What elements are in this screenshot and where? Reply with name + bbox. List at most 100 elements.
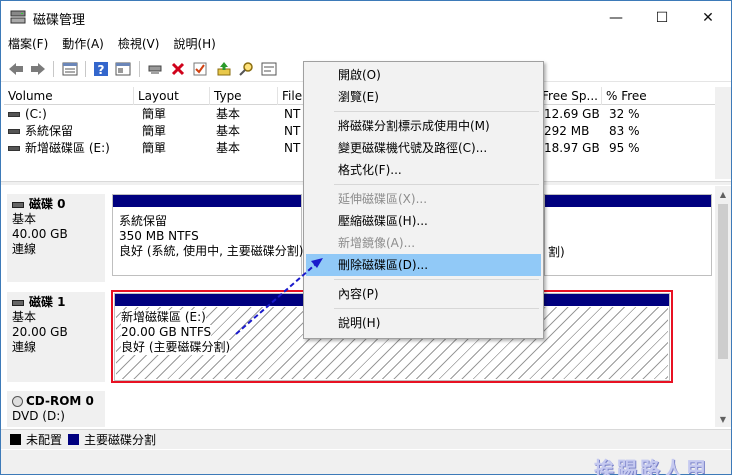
scroll-down-icon[interactable]: ▼ bbox=[715, 411, 731, 427]
import-icon[interactable] bbox=[215, 60, 233, 78]
volume-fs: NT bbox=[284, 107, 301, 121]
menu-bar: 檔案(F) 動作(A) 檢視(V) 說明(H) bbox=[1, 34, 731, 54]
disk-status: 連線 bbox=[12, 242, 37, 256]
cdrom-0-label[interactable]: CD-ROM 0 DVD (D:) bbox=[7, 391, 105, 427]
scroll-up-icon[interactable]: ▲ bbox=[715, 186, 731, 202]
partition-status: 良好 (系統, 使用中, 主要磁碟分割) bbox=[119, 244, 304, 258]
menu-separator bbox=[334, 184, 539, 185]
column-type[interactable]: Type bbox=[210, 87, 278, 105]
window-title: 磁碟管理 bbox=[33, 13, 86, 28]
context-menu: 開啟(O) 瀏覽(E) 將磁碟分割標示成使用中(M) 變更磁碟機代號及路徑(C)… bbox=[303, 61, 544, 339]
column-volume[interactable]: Volume bbox=[4, 87, 134, 105]
status-bar: 挨踢路人甲 bbox=[1, 450, 731, 475]
volume-layout: 簡單 bbox=[142, 124, 167, 138]
column-layout[interactable]: Layout bbox=[134, 87, 210, 105]
scroll-thumb[interactable] bbox=[718, 204, 728, 359]
disk-name: CD-ROM 0 bbox=[26, 394, 94, 408]
back-icon[interactable] bbox=[7, 60, 25, 78]
menu-separator bbox=[334, 279, 539, 280]
disk-management-window: 磁碟管理 — ☐ ✕ 檔案(F) 動作(A) 檢視(V) 說明(H) ? Vol… bbox=[0, 0, 732, 475]
menu-view[interactable]: 檢視(V) bbox=[111, 34, 167, 54]
menu-item-format[interactable]: 格式化(F)... bbox=[306, 159, 541, 181]
minimize-button[interactable]: — bbox=[593, 1, 639, 34]
volume-layout: 簡單 bbox=[142, 141, 167, 155]
forward-icon[interactable] bbox=[29, 60, 47, 78]
menu-item-open[interactable]: 開啟(O) bbox=[306, 64, 541, 86]
delete-icon[interactable] bbox=[169, 60, 187, 78]
partition-size: 350 MB NTFS bbox=[119, 229, 199, 243]
svg-text:?: ? bbox=[98, 63, 105, 77]
partition-status: 割) bbox=[548, 245, 565, 259]
search-icon[interactable] bbox=[237, 60, 255, 78]
toolbar-separator bbox=[53, 61, 54, 77]
disk-0-label[interactable]: 磁碟 0 基本 40.00 GB 連線 bbox=[7, 194, 105, 282]
disk-name: 磁碟 0 bbox=[29, 197, 66, 211]
check-icon[interactable] bbox=[191, 60, 209, 78]
watermark: 挨踢路人甲 bbox=[594, 457, 709, 475]
disk-list-icon[interactable] bbox=[61, 60, 79, 78]
menu-item-delete-volume[interactable]: 刪除磁碟區(D)... bbox=[306, 254, 541, 276]
volume-pct-free: 83 % bbox=[609, 124, 640, 138]
maximize-button[interactable]: ☐ bbox=[639, 1, 685, 34]
disk-map-scrollbar[interactable]: ▲ ▼ bbox=[715, 186, 731, 427]
menu-item-shrink-volume[interactable]: 壓縮磁碟區(H)... bbox=[306, 210, 541, 232]
partition-name: 系統保留 bbox=[119, 214, 168, 228]
disk-type: DVD (D:) bbox=[12, 409, 65, 423]
partition-info: 系統保留 350 MB NTFS 良好 (系統, 使用中, 主要磁碟分割) bbox=[115, 212, 304, 271]
disk-type: 基本 bbox=[12, 212, 37, 226]
disk-1-label[interactable]: 磁碟 1 基本 20.00 GB 連線 bbox=[7, 292, 105, 382]
drive-icon bbox=[8, 129, 20, 134]
menu-separator bbox=[334, 111, 539, 112]
menu-item-change-drive-letter[interactable]: 變更磁碟機代號及路徑(C)... bbox=[306, 137, 541, 159]
disk-size: 20.00 GB bbox=[12, 325, 68, 339]
disk-type: 基本 bbox=[12, 310, 37, 324]
menu-file[interactable]: 檔案(F) bbox=[1, 34, 55, 54]
volume-name: 新增磁碟區 (E:) bbox=[25, 141, 110, 155]
volume-pct-free: 32 % bbox=[609, 107, 640, 121]
disk-icon bbox=[12, 299, 24, 306]
volume-type: 基本 bbox=[216, 124, 241, 138]
volume-fs: NT bbox=[284, 124, 301, 138]
partition-c[interactable]: 割) bbox=[544, 194, 712, 276]
column-percent-free[interactable]: % Free bbox=[602, 87, 715, 105]
volume-free: 18.97 GB bbox=[544, 141, 600, 155]
cdrom-icon bbox=[12, 396, 23, 407]
partition-bar bbox=[113, 195, 301, 207]
minimize-icon: — bbox=[609, 9, 623, 26]
legend-swatch-unallocated bbox=[10, 434, 21, 445]
menu-item-extend-volume[interactable]: 延伸磁碟區(X)... bbox=[306, 188, 541, 210]
volume-type: 基本 bbox=[216, 141, 241, 155]
partition-bar bbox=[545, 195, 711, 207]
maximize-icon: ☐ bbox=[655, 9, 669, 26]
menu-item-mark-active[interactable]: 將磁碟分割標示成使用中(M) bbox=[306, 115, 541, 137]
disk-name: 磁碟 1 bbox=[29, 295, 66, 309]
volume-name: (C:) bbox=[25, 107, 47, 121]
volume-layout: 簡單 bbox=[142, 107, 167, 121]
settings-icon[interactable] bbox=[260, 60, 278, 78]
drive-icon bbox=[8, 112, 20, 117]
drive-icon bbox=[8, 146, 20, 151]
menu-item-help[interactable]: 說明(H) bbox=[306, 312, 541, 334]
close-button[interactable]: ✕ bbox=[685, 1, 731, 34]
disk-status: 連線 bbox=[12, 340, 37, 354]
toolbar-separator bbox=[85, 61, 86, 77]
menu-item-add-mirror[interactable]: 新增鏡像(A)... bbox=[306, 232, 541, 254]
toolbar-separator bbox=[139, 61, 140, 77]
help-icon[interactable]: ? bbox=[92, 60, 110, 78]
partition-system-reserved[interactable]: 系統保留 350 MB NTFS 良好 (系統, 使用中, 主要磁碟分割) bbox=[112, 194, 304, 276]
menu-item-properties[interactable]: 內容(P) bbox=[306, 283, 541, 305]
column-free-space[interactable]: Free Sp... bbox=[538, 87, 602, 105]
legend-unallocated: 未配置 bbox=[26, 433, 63, 447]
legend-primary-partition: 主要磁碟分割 bbox=[84, 433, 157, 447]
properties-icon[interactable] bbox=[114, 60, 132, 78]
menu-action[interactable]: 動作(A) bbox=[55, 34, 111, 54]
disk-size: 40.00 GB bbox=[12, 227, 68, 241]
connect-icon[interactable] bbox=[146, 60, 164, 78]
volume-fs: NT bbox=[284, 141, 301, 155]
menu-item-explore[interactable]: 瀏覽(E) bbox=[306, 86, 541, 108]
title-bar: 磁碟管理 — ☐ ✕ bbox=[1, 1, 731, 34]
menu-help[interactable]: 說明(H) bbox=[166, 34, 222, 54]
volume-list-scrollbar[interactable] bbox=[715, 87, 731, 179]
legend-swatch-primary bbox=[68, 434, 80, 445]
legend: 未配置 主要磁碟分割 bbox=[1, 429, 731, 449]
